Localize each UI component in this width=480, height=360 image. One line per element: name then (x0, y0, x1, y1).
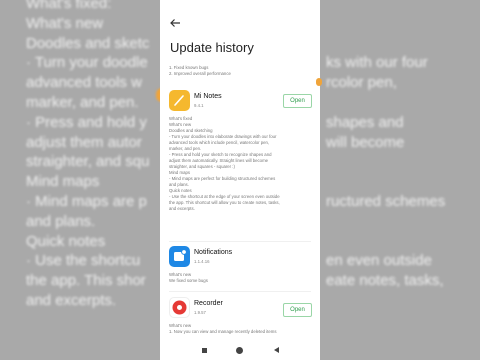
bg-line: ructured schemes (326, 192, 446, 210)
back-triangle-icon[interactable] (274, 347, 279, 353)
system-navigation-bar (160, 342, 320, 360)
bg-line (326, 34, 480, 54)
home-circle-icon[interactable] (236, 347, 243, 354)
app-version: 9.4.1 (194, 103, 204, 108)
app-version: 1.1.4.16 (194, 259, 210, 264)
recorder-icon (169, 297, 190, 318)
bg-line: en even outside (326, 252, 432, 270)
bg-line (326, 93, 480, 113)
note-line: and excerpts. (169, 206, 195, 211)
divider (169, 291, 311, 292)
bg-line (326, 212, 480, 232)
open-button[interactable]: Open (283, 303, 312, 317)
app-name: Notifications (194, 249, 233, 256)
recents-square-icon[interactable] (202, 348, 207, 353)
note-line: 2. Improved overall performance (169, 71, 231, 76)
app-name: Mi Notes (194, 93, 222, 100)
previous-release-notes: 1. Fixed known bugs 2. Improved overall … (169, 65, 231, 77)
open-button[interactable]: Open (283, 94, 312, 108)
bg-line (326, 232, 480, 252)
bg-line (326, 172, 480, 192)
divider (169, 241, 311, 242)
notes-icon (169, 90, 190, 111)
bg-line: will become (326, 133, 405, 151)
background-text-right: ks with our four rcolor pen, shapes and … (326, 0, 480, 291)
edge-shortcut-icon[interactable] (316, 78, 322, 86)
app-name: Recorder (194, 300, 223, 307)
bg-line: rcolor pen, (326, 74, 397, 92)
release-notes: What's fixed What's new Doodles and sket… (169, 116, 314, 212)
page-title: Update history (170, 40, 254, 55)
bg-line (326, 14, 480, 34)
notifications-icon (169, 246, 190, 267)
release-notes: What's new 1. Now you can view and manag… (169, 323, 314, 335)
release-notes: What's new We fixed some bugs (169, 272, 314, 284)
bg-line: ks with our four (326, 54, 428, 72)
bg-line: shapes and (326, 113, 404, 131)
note-line: 1. Now you can view and manage recently … (169, 329, 277, 334)
header-bar: Update history (160, 0, 320, 64)
bg-line (326, 152, 480, 172)
note-line: We fixed some bugs (169, 278, 208, 283)
bg-line: eate notes, tasks, (326, 272, 444, 290)
back-arrow-icon[interactable] (169, 17, 183, 31)
bg-line (326, 0, 480, 14)
phone-screen: Update history 1. Fixed known bugs 2. Im… (160, 0, 320, 360)
app-version: 1.9.57 (194, 310, 206, 315)
